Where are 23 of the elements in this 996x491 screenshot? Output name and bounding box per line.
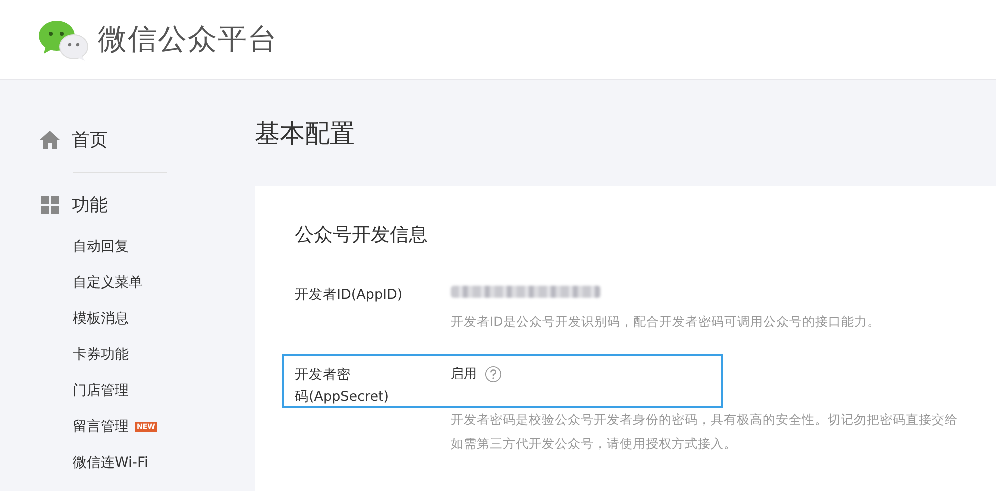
section-title: 公众号开发信息 — [295, 223, 429, 248]
sidebar-item[interactable]: 模板消息 — [73, 310, 129, 328]
sidebar-item[interactable]: 自定义菜单 — [73, 274, 143, 292]
field-label: 开发者密 — [295, 367, 351, 383]
sidebar-item[interactable]: 卡券功能 — [73, 346, 129, 364]
section-heading: 功能 — [72, 194, 108, 217]
grid-icon — [40, 195, 60, 215]
field-description: 如需第三方代开发公众号，请使用授权方式接入。 — [451, 436, 737, 451]
home-icon — [40, 130, 60, 150]
sidebar-item[interactable]: 微信连Wi-Fi — [73, 454, 148, 472]
status-text: 启用 — [451, 366, 477, 383]
field-label: 码(AppSecret) — [295, 389, 390, 405]
sidebar-item[interactable]: 门店管理 — [73, 382, 129, 400]
sidebar-item[interactable]: 自动回复 — [73, 238, 129, 256]
help-icon[interactable] — [485, 366, 502, 382]
sidebar-item[interactable]: 留言管理 — [73, 418, 129, 436]
field-label: 开发者ID(AppID) — [295, 287, 403, 303]
page-title: 基本配置 — [255, 118, 356, 150]
field-description: 开发者密码是校验公众号开发者身份的密码，具有极高的安全性。切记勿把密码直接交给 — [451, 412, 958, 427]
platform-title: 微信公众平台 — [98, 20, 278, 58]
chat-bubbles-logo — [38, 18, 90, 60]
field-description: 开发者ID是公众号开发识别码，配合开发者密码可调用公众号的接口能力。 — [451, 314, 880, 329]
home-link[interactable]: 首页 — [72, 128, 108, 152]
